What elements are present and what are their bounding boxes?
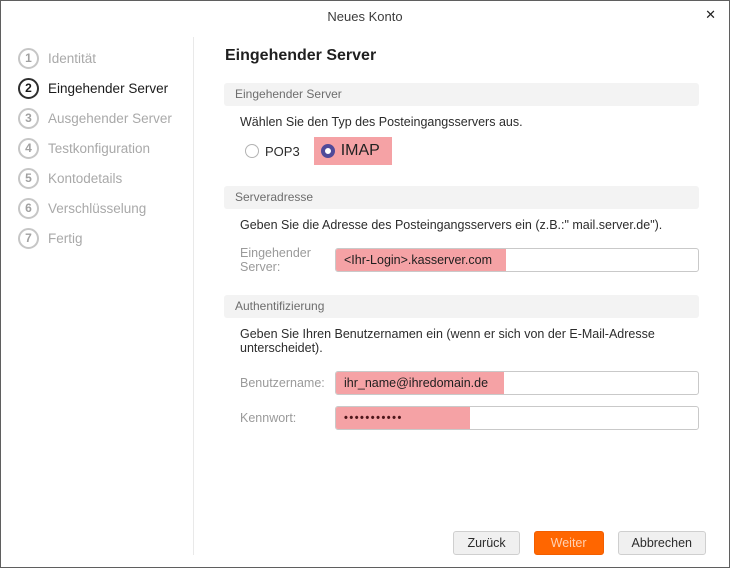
step-number-badge: 3 bbox=[18, 107, 39, 129]
step-label: Verschlüsselung bbox=[48, 200, 147, 216]
radio-icon-pop3[interactable] bbox=[245, 144, 259, 158]
sidebar-item-testkonfiguration[interactable]: 4 Testkonfiguration bbox=[1, 133, 193, 163]
radio-icon-imap-selected[interactable] bbox=[320, 144, 335, 158]
step-label: Kontodetails bbox=[48, 170, 123, 186]
username-value-highlighted: ihr_name@ihredomain.de bbox=[336, 372, 505, 394]
page-title: Eingehender Server bbox=[225, 47, 377, 64]
step-label: Identität bbox=[48, 50, 97, 66]
radio-label-imap: IMAP bbox=[340, 142, 380, 159]
cancel-button[interactable]: Abbrechen bbox=[617, 531, 706, 555]
step-number-badge: 6 bbox=[18, 197, 39, 219]
section-header-eingehender-server: Eingehender Server bbox=[224, 83, 699, 106]
step-number-badge: 5 bbox=[18, 167, 39, 189]
server-type-description: Wählen Sie den Typ des Posteingangsserve… bbox=[240, 115, 523, 129]
title-bar: Neues Konto ✕ bbox=[1, 1, 729, 31]
step-number-badge: 7 bbox=[18, 227, 39, 249]
step-label: Ausgehender Server bbox=[48, 110, 172, 126]
back-button[interactable]: Zurück bbox=[453, 531, 520, 555]
sidebar-item-kontodetails[interactable]: 5 Kontodetails bbox=[1, 163, 193, 193]
sidebar-item-verschluesselung[interactable]: 6 Verschlüsselung bbox=[1, 193, 193, 223]
server-address-description: Geben Sie die Adresse des Posteingangsse… bbox=[240, 218, 663, 232]
step-label: Eingehender Server bbox=[48, 80, 169, 96]
server-type-radio-group: POP3 IMAP bbox=[245, 137, 699, 165]
next-button[interactable]: Weiter bbox=[533, 531, 604, 555]
server-input-label: Eingehender Server: bbox=[240, 246, 311, 274]
step-label: Fertig bbox=[48, 230, 83, 246]
incoming-server-value-highlighted: <Ihr-Login>.kasserver.com bbox=[336, 249, 506, 271]
radio-option-pop3[interactable]: POP3 bbox=[245, 144, 300, 159]
step-label: Testkonfiguration bbox=[48, 140, 151, 156]
password-input[interactable]: ••••••••••• bbox=[335, 406, 699, 430]
sidebar-item-eingehender-server[interactable]: 2 Eingehender Server bbox=[1, 73, 193, 103]
authentication-description: Geben Sie Ihren Benutzernamen ein (wenn … bbox=[240, 327, 655, 355]
window-title: Neues Konto bbox=[327, 8, 403, 24]
step-number-badge: 4 bbox=[18, 137, 39, 159]
wizard-steps-sidebar: 1 Identität 2 Eingehender Server 3 Ausge… bbox=[1, 43, 193, 253]
password-value-highlighted: ••••••••••• bbox=[336, 407, 470, 429]
radio-option-imap-highlighted[interactable]: IMAP bbox=[313, 137, 392, 165]
main-content: Eingehender Server Eingehender Server Wä… bbox=[194, 37, 729, 567]
close-icon[interactable]: ✕ bbox=[705, 8, 716, 21]
username-input[interactable]: ihr_name@ihredomain.de bbox=[335, 371, 699, 395]
incoming-server-input[interactable]: <Ihr-Login>.kasserver.com bbox=[335, 248, 699, 272]
footer-button-bar: Zurück Weiter Abbrechen bbox=[453, 531, 706, 555]
sidebar-item-identitaet[interactable]: 1 Identität bbox=[1, 43, 193, 73]
username-input-label: Benutzername: bbox=[240, 376, 325, 390]
step-number-badge: 2 bbox=[18, 77, 39, 99]
username-field-row: Benutzername: ihr_name@ihredomain.de bbox=[240, 371, 699, 395]
section-header-authentifizierung: Authentifizierung bbox=[224, 295, 699, 318]
password-field-row: Kennwort: ••••••••••• bbox=[240, 406, 699, 430]
sidebar-item-fertig[interactable]: 7 Fertig bbox=[1, 223, 193, 253]
radio-label-pop3: POP3 bbox=[265, 143, 300, 159]
password-input-label: Kennwort: bbox=[240, 411, 297, 425]
section-header-serveradresse: Serveradresse bbox=[224, 186, 699, 209]
step-number-badge: 1 bbox=[18, 47, 39, 69]
server-address-field-row: Eingehender Server: <Ihr-Login>.kasserve… bbox=[240, 246, 699, 274]
sidebar-item-ausgehender-server[interactable]: 3 Ausgehender Server bbox=[1, 103, 193, 133]
